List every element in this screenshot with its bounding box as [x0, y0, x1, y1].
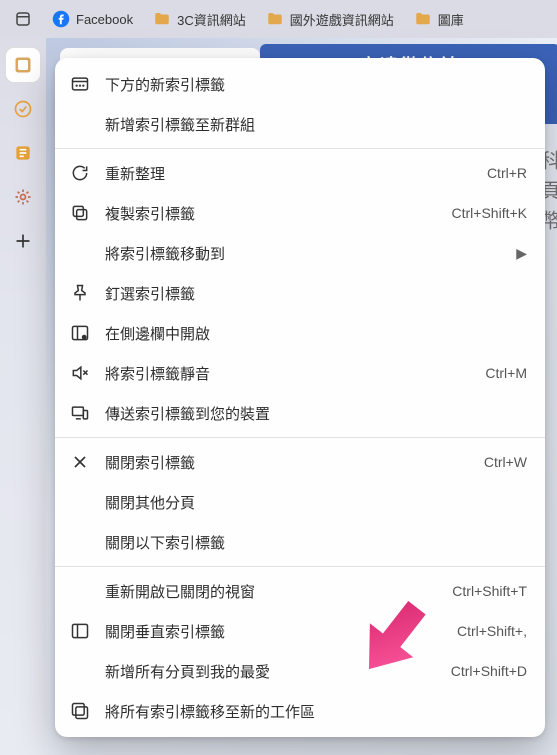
- folder-icon: [414, 10, 432, 28]
- site-icon: [13, 99, 33, 119]
- blank-icon: [69, 660, 91, 682]
- new-tab-button[interactable]: [6, 224, 40, 258]
- menu-item-shortcut: Ctrl+W: [484, 454, 527, 470]
- menu-item[interactable]: 將索引標籤靜音 Ctrl+M: [55, 353, 545, 393]
- devices-icon: [69, 402, 91, 424]
- menu-item-label: 重新開啟已關閉的視窗: [105, 581, 438, 602]
- bookmark-item-gallery[interactable]: 圖庫: [406, 6, 472, 33]
- tabs-icon: [14, 10, 32, 28]
- chevron-right-icon: ▶: [516, 245, 527, 262]
- menu-separator: [55, 566, 545, 567]
- site-icon: [13, 55, 33, 75]
- menu-item-label: 關閉索引標籤: [105, 452, 470, 473]
- menu-item-label: 將索引標籤移動到: [105, 243, 502, 264]
- menu-item-label: 關閉以下索引標籤: [105, 532, 527, 553]
- vtab-item-3[interactable]: [6, 136, 40, 170]
- blank-icon: [69, 113, 91, 135]
- bookmark-label: 圖庫: [438, 10, 464, 29]
- menu-item[interactable]: 關閉索引標籤 Ctrl+W: [55, 442, 545, 482]
- bookmark-label: Facebook: [76, 12, 133, 27]
- menu-item-label: 關閉其他分頁: [105, 492, 527, 513]
- tab-context-menu: 下方的新索引標籤新增索引標籤至新群組重新整理 Ctrl+R 複製索引標籤 Ctrl+S…: [55, 58, 545, 737]
- toolbar-tabs-button[interactable]: [6, 6, 40, 32]
- menu-item-shortcut: Ctrl+M: [485, 365, 527, 381]
- bookmark-item-facebook[interactable]: Facebook: [44, 6, 141, 32]
- tab-new-icon: [69, 73, 91, 95]
- menu-separator: [55, 148, 545, 149]
- duplicate-icon: [69, 202, 91, 224]
- bookmark-item-foreign-games[interactable]: 國外遊戲資訊網站: [258, 6, 402, 33]
- blank-icon: [69, 242, 91, 264]
- menu-item-shortcut: Ctrl+Shift+K: [452, 205, 527, 221]
- facebook-icon: [52, 10, 70, 28]
- plus-icon: [13, 231, 33, 251]
- menu-item-label: 複製索引標籤: [105, 203, 438, 224]
- folder-icon: [266, 10, 284, 28]
- folder-icon: [153, 10, 171, 28]
- sidebar-icon: [69, 322, 91, 344]
- menu-item[interactable]: 傳送索引標籤到您的裝置: [55, 393, 545, 433]
- menu-item[interactable]: 將索引標籤移動到 ▶: [55, 233, 545, 273]
- mute-icon: [69, 362, 91, 384]
- site-icon: [13, 143, 33, 163]
- workspace-icon: [69, 700, 91, 722]
- vtab-item-4[interactable]: [6, 180, 40, 214]
- menu-item-shortcut: Ctrl+Shift+D: [451, 663, 527, 679]
- gear-icon: [13, 187, 33, 207]
- vertical-tabs-icon: [69, 620, 91, 642]
- blank-icon: [69, 531, 91, 553]
- blank-icon: [69, 580, 91, 602]
- menu-item-label: 關閉垂直索引標籤: [105, 621, 443, 642]
- menu-item-shortcut: Ctrl+Shift+,: [457, 623, 527, 639]
- close-icon: [69, 451, 91, 473]
- menu-item[interactable]: 新增所有分頁到我的最愛 Ctrl+Shift+D: [55, 651, 545, 691]
- menu-item-label: 在側邊欄中開啟: [105, 323, 527, 344]
- menu-item-label: 將所有索引標籤移至新的工作區: [105, 701, 527, 722]
- bookmark-item-3c[interactable]: 3C資訊網站: [145, 6, 254, 33]
- menu-item-shortcut: Ctrl+R: [487, 165, 527, 181]
- bookmarks-bar: Facebook 3C資訊網站 國外遊戲資訊網站 圖庫: [0, 0, 557, 38]
- menu-item-shortcut: Ctrl+Shift+T: [452, 583, 527, 599]
- pin-icon: [69, 282, 91, 304]
- menu-item[interactable]: 關閉其他分頁: [55, 482, 545, 522]
- menu-item[interactable]: 新增索引標籤至新群組: [55, 104, 545, 144]
- menu-item[interactable]: 將所有索引標籤移至新的工作區: [55, 691, 545, 731]
- vtab-item-2[interactable]: [6, 92, 40, 126]
- bookmark-label: 3C資訊網站: [177, 10, 246, 29]
- menu-item[interactable]: 重新開啟已關閉的視窗 Ctrl+Shift+T: [55, 571, 545, 611]
- blank-icon: [69, 491, 91, 513]
- bookmark-label: 國外遊戲資訊網站: [290, 10, 394, 29]
- menu-item-label: 新增索引標籤至新群組: [105, 114, 527, 135]
- menu-item-label: 重新整理: [105, 163, 473, 184]
- menu-item-label: 傳送索引標籤到您的裝置: [105, 403, 527, 424]
- menu-item[interactable]: 釘選索引標籤: [55, 273, 545, 313]
- menu-item[interactable]: 下方的新索引標籤: [55, 64, 545, 104]
- menu-item-label: 釘選索引標籤: [105, 283, 527, 304]
- menu-item[interactable]: 複製索引標籤 Ctrl+Shift+K: [55, 193, 545, 233]
- vertical-toolbar: [0, 38, 46, 755]
- menu-item-label: 將索引標籤靜音: [105, 363, 471, 384]
- menu-item[interactable]: 關閉垂直索引標籤 Ctrl+Shift+,: [55, 611, 545, 651]
- menu-item-label: 下方的新索引標籤: [105, 74, 527, 95]
- menu-item-label: 新增所有分頁到我的最愛: [105, 661, 437, 682]
- menu-item[interactable]: 在側邊欄中開啟: [55, 313, 545, 353]
- reload-icon: [69, 162, 91, 184]
- menu-item[interactable]: 重新整理 Ctrl+R: [55, 153, 545, 193]
- menu-separator: [55, 437, 545, 438]
- vtab-item-1[interactable]: [6, 48, 40, 82]
- menu-item[interactable]: 關閉以下索引標籤: [55, 522, 545, 562]
